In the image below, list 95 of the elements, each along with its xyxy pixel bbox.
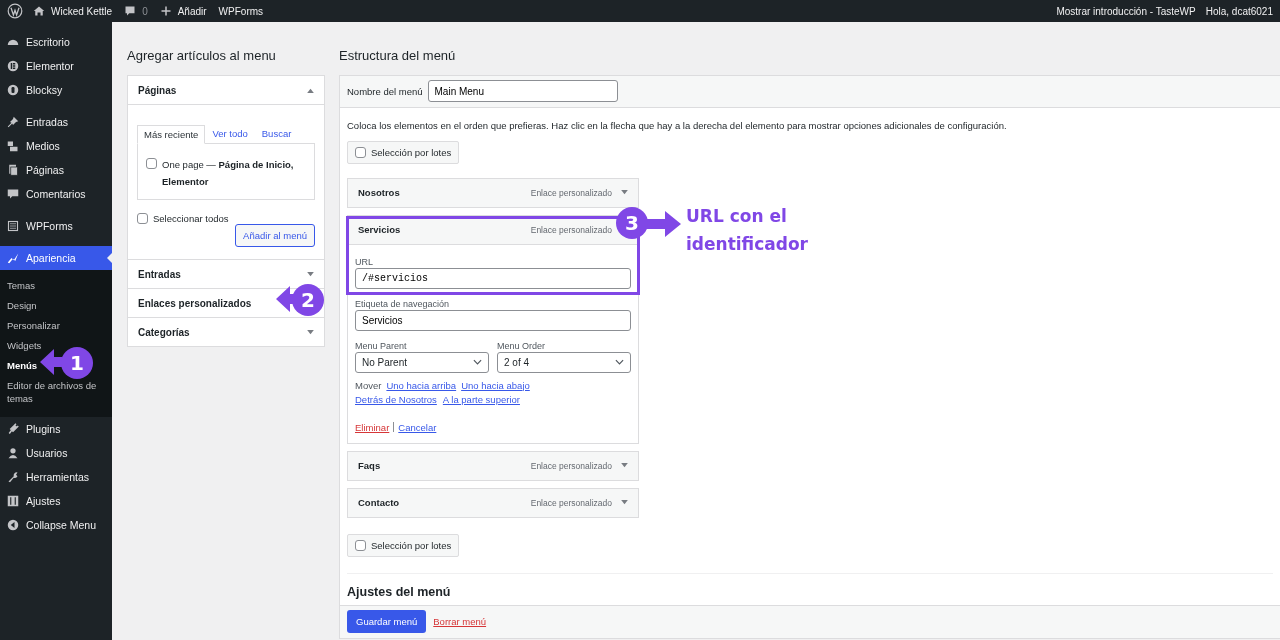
menu-item-type: Enlace personalizado bbox=[530, 187, 612, 198]
form-icon bbox=[7, 220, 19, 232]
b-logo-icon bbox=[7, 84, 19, 96]
add-to-menu-button[interactable]: Añadir al menú bbox=[235, 224, 315, 247]
home-icon[interactable] bbox=[33, 5, 45, 17]
left-arrow-icon bbox=[40, 349, 62, 375]
section-title: Agregar artículos al menu bbox=[127, 48, 277, 65]
down-triangle-icon[interactable] bbox=[621, 463, 628, 469]
admin-bar-link[interactable]: Hola, dcat6021 bbox=[1205, 5, 1273, 17]
sidebar-item[interactable]: Elementor bbox=[0, 54, 112, 78]
wpforms-link[interactable]: WPForms bbox=[218, 5, 264, 17]
bulk-select-control[interactable]: Selección por lotes bbox=[347, 533, 460, 557]
annotation-text: URL con el identificador bbox=[686, 205, 809, 256]
plug-icon bbox=[7, 423, 19, 435]
sidebar-item[interactable]: WPForms bbox=[0, 214, 112, 238]
menu-item-title: Contacto bbox=[358, 497, 401, 509]
sidebar-item[interactable]: Blocksy bbox=[0, 78, 112, 102]
field-label: Menu Parent bbox=[355, 340, 408, 351]
menu-order-dropdown[interactable]: 2 of 4 bbox=[497, 351, 631, 373]
delete-link[interactable]: Eliminar bbox=[355, 421, 390, 433]
submenu-item[interactable]: Design bbox=[0, 296, 44, 316]
move-link[interactable]: Uno hacia abajo bbox=[461, 379, 530, 391]
submenu-item[interactable]: Menús bbox=[0, 356, 45, 376]
speech-bubble-icon[interactable] bbox=[124, 5, 137, 17]
chevron-down-icon bbox=[473, 359, 482, 366]
menu-item-title: Servicios bbox=[358, 224, 402, 236]
section-title: Estructura del menú bbox=[339, 48, 457, 65]
navigation-label-field[interactable]: Servicios bbox=[355, 309, 631, 331]
e-logo-icon bbox=[7, 60, 19, 72]
page-option-label: One page — Página de Inicio, Elementor bbox=[162, 158, 295, 189]
sidebar-item[interactable]: Usuarios bbox=[0, 441, 112, 465]
menu-name-field[interactable]: Main Menu bbox=[427, 80, 618, 103]
sidebar-item[interactable]: Medios bbox=[0, 134, 112, 158]
collapse-icon bbox=[7, 519, 19, 531]
move-link[interactable]: A la parte superior bbox=[442, 393, 520, 405]
plus-icon[interactable] bbox=[159, 5, 172, 17]
checkbox[interactable] bbox=[355, 146, 366, 158]
menu-item-title: Faqs bbox=[358, 460, 382, 472]
checkbox[interactable] bbox=[146, 158, 157, 169]
move-link[interactable]: Uno hacia arriba bbox=[386, 379, 457, 391]
field-label: Etiqueta de navegación bbox=[355, 298, 451, 309]
sidebar-item[interactable]: Entradas bbox=[0, 110, 112, 134]
sidebar-item[interactable]: Ajustes bbox=[0, 489, 112, 513]
wordpress-logo-icon[interactable] bbox=[7, 3, 23, 19]
sidebar-item[interactable]: Escritorio bbox=[0, 30, 112, 54]
checkbox[interactable] bbox=[137, 213, 148, 224]
delete-menu-link[interactable]: Borrar menú bbox=[433, 616, 487, 628]
down-triangle-icon[interactable] bbox=[621, 500, 628, 506]
menu-item-type: Enlace personalizado bbox=[530, 224, 612, 235]
url-field[interactable]: /#servicios bbox=[355, 267, 631, 289]
pages-icon bbox=[7, 164, 19, 176]
checkbox[interactable] bbox=[355, 539, 366, 551]
submenu-item[interactable]: Editor de archivos de temas bbox=[0, 376, 112, 409]
down-triangle-icon[interactable] bbox=[621, 190, 628, 196]
pin-icon bbox=[7, 116, 19, 128]
media-icon bbox=[7, 140, 19, 152]
instructions-text: Coloca los elementos en el orden que prefieras. Haz clic en la flecha que hay a la derecha del elemento para mostrar opciones adicionales de configuración. bbox=[347, 119, 1008, 131]
menu-item-type: Enlace personalizado bbox=[530, 460, 612, 471]
new-link[interactable]: Añadir bbox=[177, 5, 207, 17]
move-link[interactable]: Detrás de Nosotros bbox=[355, 393, 437, 405]
cancel-link[interactable]: Cancelar bbox=[398, 421, 437, 433]
sidebar-item[interactable]: Collapse Menu bbox=[0, 513, 112, 537]
sidebar-item[interactable]: Herramientas bbox=[0, 465, 112, 489]
save-menu-button[interactable]: Guardar menú bbox=[347, 610, 427, 634]
checkbox-label: Seleccionar todos bbox=[153, 213, 229, 224]
move-label: Mover bbox=[355, 379, 382, 391]
sidebar-item[interactable]: Páginas bbox=[0, 158, 112, 182]
tab[interactable]: Ver todo bbox=[205, 124, 255, 143]
sidebar-item[interactable]: Comentarios bbox=[0, 182, 112, 206]
field-label: Menu Order bbox=[497, 340, 547, 351]
comment-count: 0 bbox=[142, 5, 148, 17]
tab[interactable]: Más reciente bbox=[137, 125, 206, 144]
settings-title: Ajustes del menú bbox=[347, 584, 452, 599]
accordion-title[interactable]: Categorías bbox=[138, 326, 190, 338]
person-icon bbox=[7, 447, 19, 459]
menu-item-title: Nosotros bbox=[358, 187, 401, 199]
field-label: URL bbox=[355, 256, 374, 267]
site-name-link[interactable]: Wicked Kettle bbox=[51, 5, 113, 17]
accordion-title[interactable]: Entradas bbox=[138, 268, 181, 280]
submenu-item[interactable]: Temas bbox=[0, 276, 42, 296]
accordion-title[interactable]: Páginas bbox=[138, 84, 177, 96]
sidebar-item[interactable]: Plugins bbox=[0, 417, 112, 441]
chevron-down-icon bbox=[615, 359, 624, 366]
tab[interactable]: Buscar bbox=[254, 124, 299, 143]
accordion-title[interactable]: Enlaces personalizados bbox=[138, 297, 252, 309]
admin-bar-link[interactable]: Mostrar introducción - TasteWP bbox=[1056, 5, 1196, 17]
sidebar-item[interactable]: Apariencia bbox=[0, 246, 112, 270]
submenu-item[interactable]: Personalizar bbox=[0, 316, 67, 336]
menu-parent-dropdown[interactable]: No Parent bbox=[355, 351, 489, 373]
speech-bubble-icon bbox=[7, 188, 19, 200]
field-label: Nombre del menú bbox=[347, 85, 423, 97]
wrench-icon bbox=[7, 471, 19, 483]
menu-item-type: Enlace personalizado bbox=[530, 497, 612, 508]
submenu-item[interactable]: Widgets bbox=[0, 336, 49, 356]
bulk-select-control[interactable]: Selección por lotes bbox=[347, 140, 460, 164]
